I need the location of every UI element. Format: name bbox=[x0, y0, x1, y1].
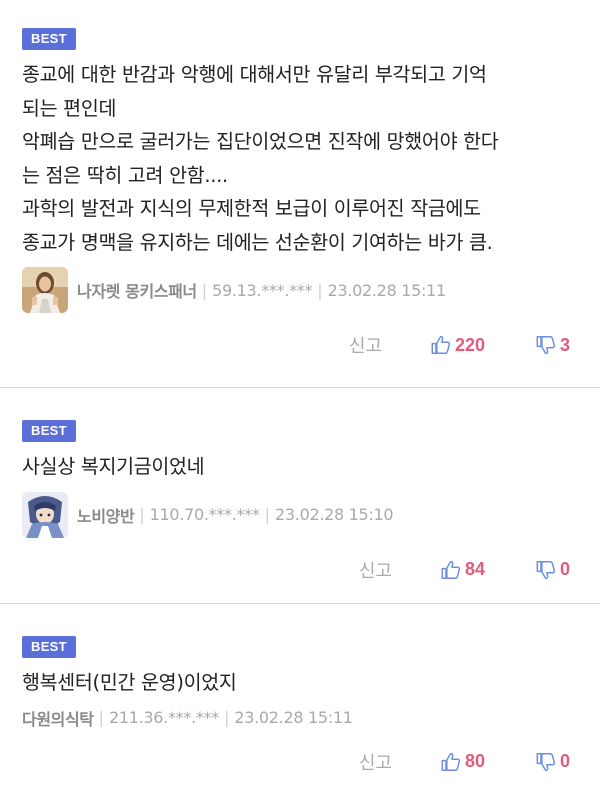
upvote-count: 220 bbox=[454, 334, 485, 355]
comment-date: 23.02.28 15:11 bbox=[234, 708, 353, 727]
comment-actions: 신고 220 3 bbox=[22, 325, 578, 365]
thumbs-down-icon bbox=[536, 560, 556, 579]
comment-date: 23.02.28 15:11 bbox=[327, 280, 447, 300]
thumbs-down-icon bbox=[536, 336, 556, 355]
best-badge: BEST bbox=[22, 420, 76, 442]
thumbs-down-icon bbox=[536, 752, 556, 771]
upvote-button[interactable]: 84 bbox=[440, 559, 485, 581]
comment-meta: 노비양반 | 110.70.***.*** | 23.02.28 15:10 bbox=[22, 490, 578, 540]
avatar[interactable] bbox=[22, 491, 68, 538]
comment-meta: 나자렛 몽키스패너 | 59.13.***.*** | 23.02.28 15:… bbox=[22, 265, 578, 315]
report-button[interactable]: 신고 bbox=[359, 557, 392, 583]
best-badge: BEST bbox=[22, 28, 76, 50]
best-badge: BEST bbox=[22, 636, 76, 658]
comment-date: 23.02.28 15:10 bbox=[275, 505, 394, 524]
downvote-count: 0 bbox=[559, 559, 570, 579]
report-button[interactable]: 신고 bbox=[349, 332, 382, 358]
user-ip: 110.70.***.*** bbox=[149, 505, 260, 524]
comment-divider bbox=[0, 603, 600, 604]
downvote-count: 0 bbox=[559, 751, 570, 771]
thumbs-up-icon bbox=[441, 560, 461, 579]
comment-divider bbox=[0, 387, 600, 388]
user-nickname[interactable]: 노비양반 bbox=[77, 503, 135, 527]
user-ip: 59.13.***.*** bbox=[212, 280, 313, 300]
comment-text: 종교에 대한 반감과 악행에 대해서만 유달리 부각되고 기억 되는 편인데 악… bbox=[22, 63, 499, 254]
meta-separator: | bbox=[317, 280, 323, 300]
user-nickname[interactable]: 나자렛 몽키스패너 bbox=[77, 278, 197, 302]
comment-actions: 신고 84 0 bbox=[22, 550, 578, 590]
avatar[interactable] bbox=[22, 267, 68, 313]
meta-separator: | bbox=[264, 505, 271, 524]
downvote-button[interactable]: 0 bbox=[535, 559, 570, 581]
thumbs-up-icon bbox=[441, 752, 461, 771]
upvote-count: 84 bbox=[464, 559, 485, 579]
downvote-count: 3 bbox=[559, 334, 570, 355]
comment-item: BEST 행복센터(민간 운영)이었지 다원의식탁 | 211.36.***.*… bbox=[0, 636, 600, 782]
comment-text: 행복센터(민간 운영)이었지 bbox=[22, 671, 237, 694]
report-button[interactable]: 신고 bbox=[359, 749, 392, 775]
anime-character-avatar-icon bbox=[22, 491, 68, 538]
meta-separator: | bbox=[98, 708, 104, 727]
upvote-count: 80 bbox=[464, 751, 485, 771]
meta-separator: | bbox=[223, 708, 230, 727]
downvote-button[interactable]: 3 bbox=[535, 334, 570, 356]
user-nickname[interactable]: 다원의식탁 bbox=[22, 706, 94, 730]
comment-actions: 신고 80 0 bbox=[22, 742, 578, 782]
downvote-button[interactable]: 0 bbox=[535, 751, 570, 773]
user-ip: 211.36.***.*** bbox=[109, 708, 219, 727]
comment-item: BEST 종교에 대한 반감과 악행에 대해서만 유달리 부각되고 기억 되는 … bbox=[0, 28, 600, 365]
meta-separator: | bbox=[139, 505, 145, 524]
meta-separator: | bbox=[201, 280, 208, 300]
comment-text: 사실상 복지기금이었네 bbox=[22, 455, 205, 478]
comment-meta: 다원의식탁 | 211.36.***.*** | 23.02.28 15:11 bbox=[22, 702, 578, 734]
upvote-button[interactable]: 80 bbox=[440, 751, 485, 773]
jesus-portrait-avatar-icon bbox=[22, 267, 68, 313]
comment-item: BEST 사실상 복지기금이었네 노비양반 | 110.70.***.*** |… bbox=[0, 420, 600, 590]
thumbs-up-icon bbox=[431, 335, 450, 354]
upvote-button[interactable]: 220 bbox=[430, 334, 485, 356]
